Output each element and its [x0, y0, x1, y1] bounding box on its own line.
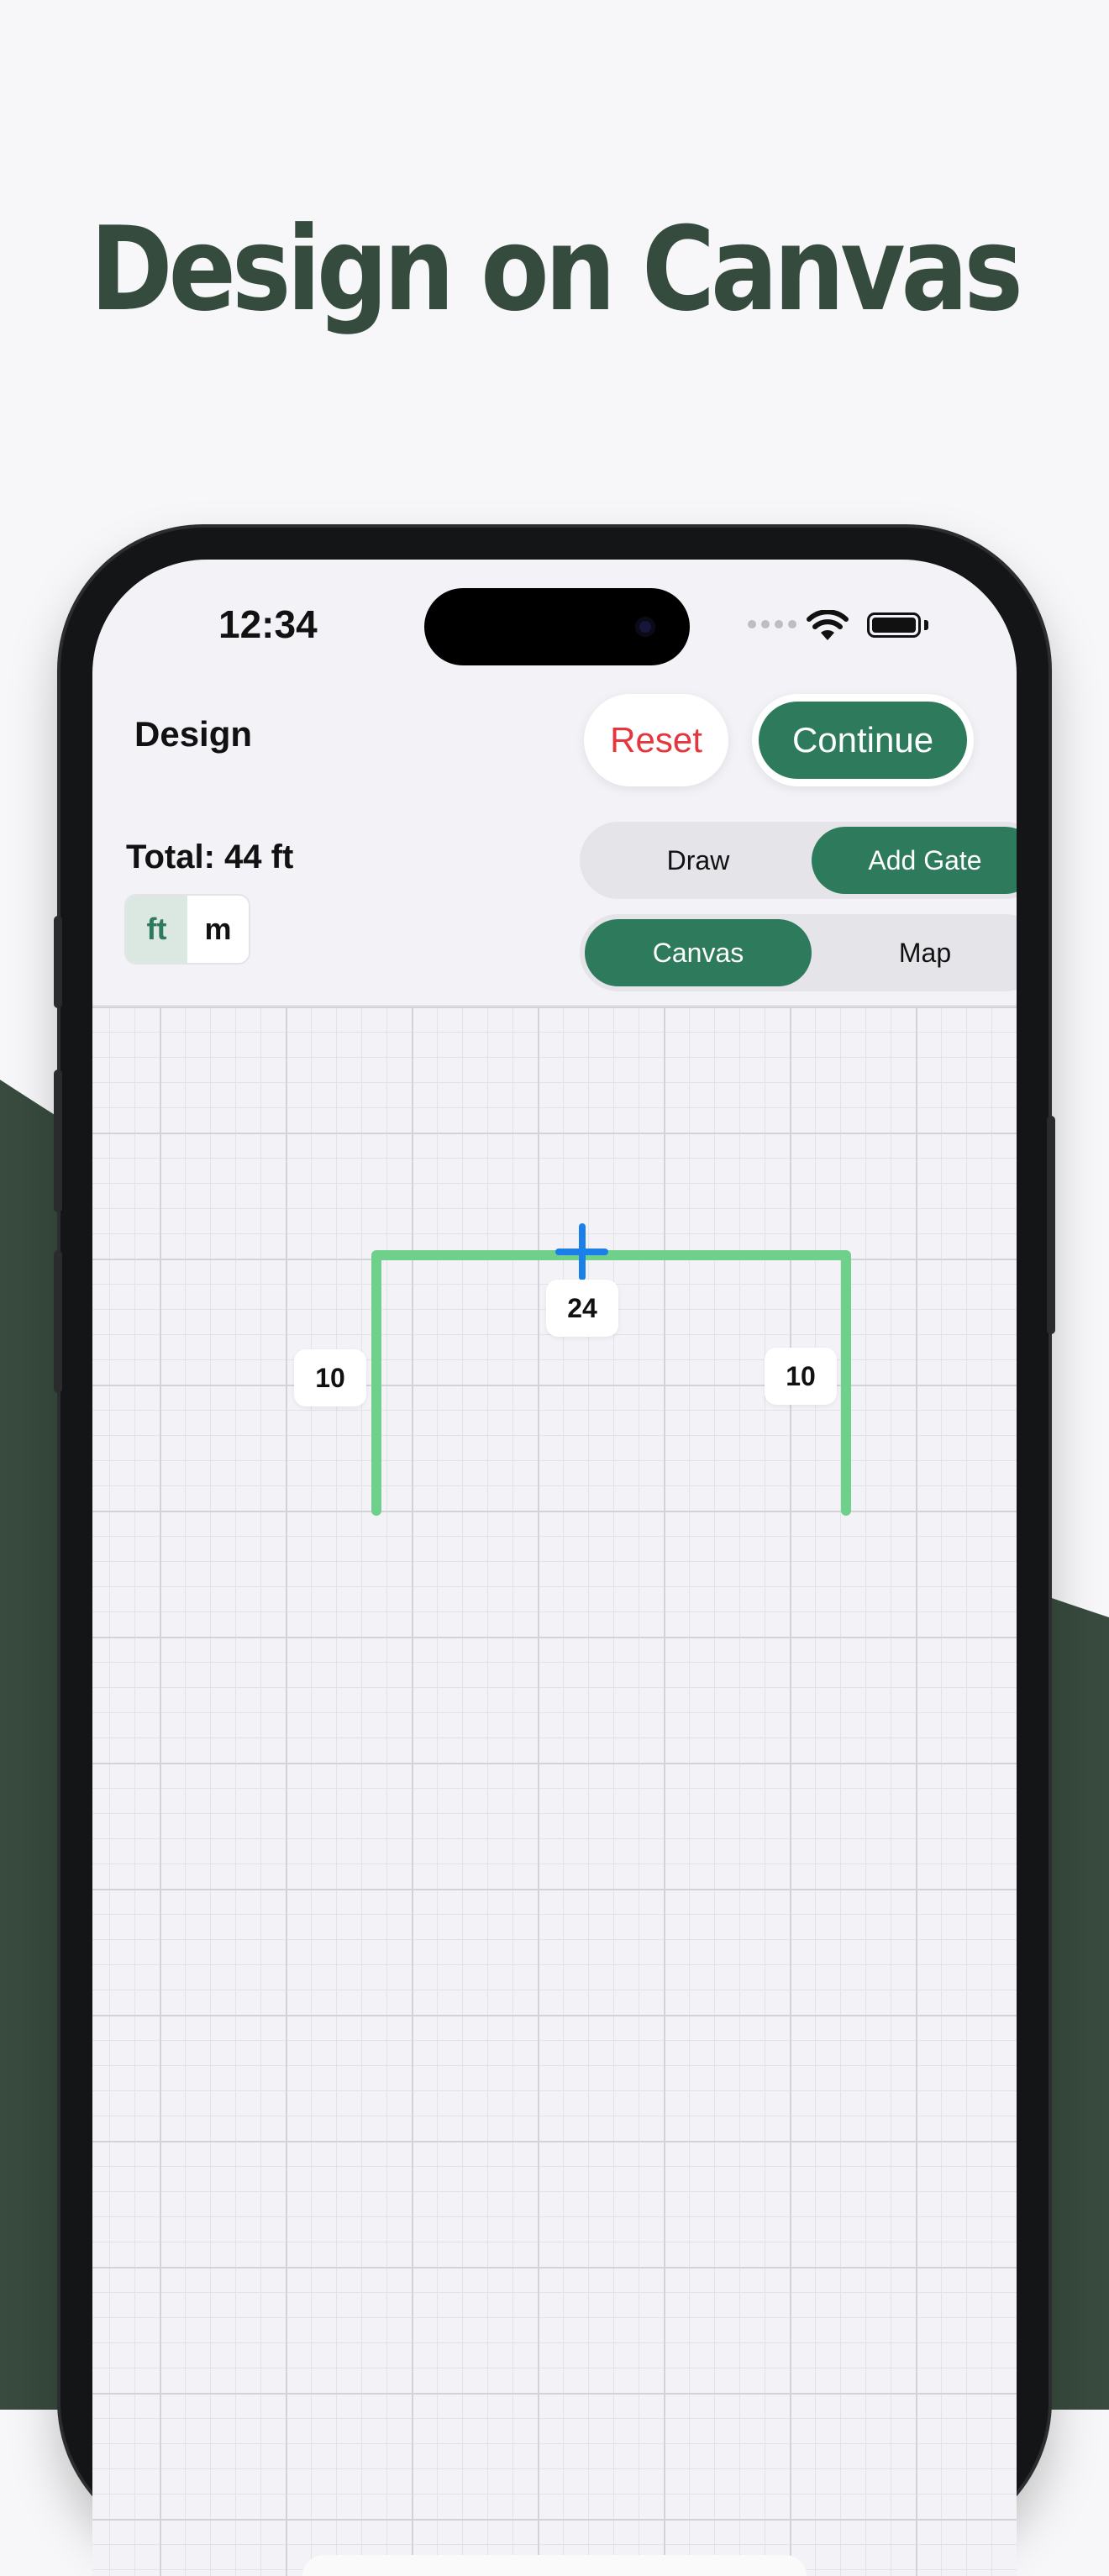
- mode-toggle: Draw Add Gate: [580, 822, 1017, 899]
- battery-icon: [867, 612, 921, 638]
- battery-tip: [924, 620, 928, 630]
- mode-option-add-gate[interactable]: Add Gate: [812, 827, 1017, 894]
- bottom-sheet-edge: [302, 2555, 807, 2576]
- status-time: 12:34: [218, 602, 318, 646]
- design-canvas[interactable]: 10 24 10: [92, 1005, 1017, 2576]
- phone-frame: 12:34 Design Reset Continue Total: 44 ft…: [54, 528, 1055, 2576]
- dynamic-island: [424, 588, 690, 665]
- continue-button-container: Continue: [752, 694, 974, 786]
- power-button: [1047, 1116, 1055, 1334]
- crosshair-plus-icon: [555, 1223, 608, 1280]
- fence-drawing: [371, 1223, 851, 1516]
- headline: Design on Canvas: [90, 202, 1023, 337]
- view-option-map[interactable]: Map: [812, 919, 1017, 986]
- cellular-signal-icon: [748, 620, 796, 628]
- unit-selector: ft m: [124, 894, 250, 965]
- mode-option-draw[interactable]: Draw: [585, 827, 812, 894]
- view-toggle: Canvas Map: [580, 914, 1017, 991]
- nav-title: Design: [134, 714, 253, 754]
- view-option-canvas[interactable]: Canvas: [585, 919, 812, 986]
- reset-button[interactable]: Reset: [584, 694, 728, 786]
- continue-button[interactable]: Continue: [759, 702, 967, 779]
- segment-length-right[interactable]: 10: [765, 1348, 837, 1405]
- total-length: Total: 44 ft: [126, 839, 294, 875]
- segment-length-top[interactable]: 24: [546, 1280, 618, 1337]
- volume-down-button: [54, 1250, 62, 1393]
- app-screen: 12:34 Design Reset Continue Total: 44 ft…: [92, 560, 1017, 2576]
- unit-option-m[interactable]: m: [187, 896, 249, 963]
- segment-length-left[interactable]: 10: [294, 1349, 366, 1406]
- unit-option-ft[interactable]: ft: [126, 896, 187, 963]
- action-button: [54, 916, 62, 1008]
- volume-up-button: [54, 1070, 62, 1212]
- camera-icon: [635, 617, 655, 637]
- wifi-icon: [807, 610, 849, 640]
